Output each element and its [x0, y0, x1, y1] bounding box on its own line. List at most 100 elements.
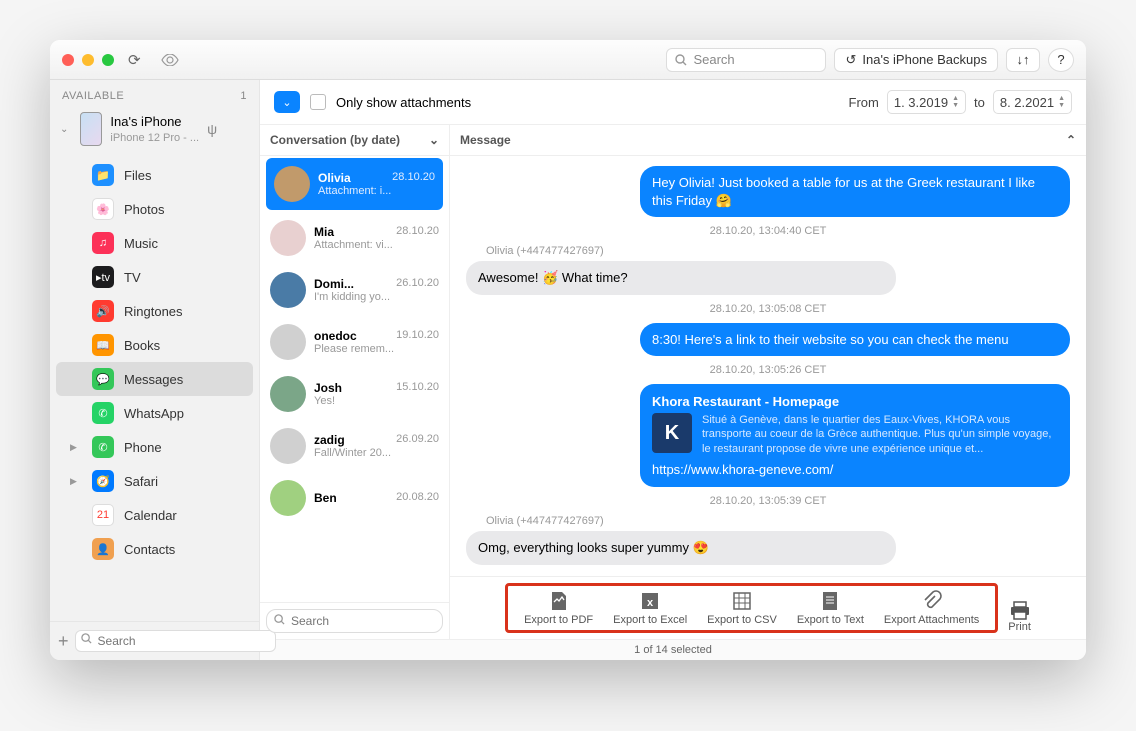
avatar	[270, 220, 306, 256]
sidebar-item-label: TV	[124, 270, 141, 285]
device-row[interactable]: ⌄ Ina's iPhone iPhone 12 Pro - ... ψ	[50, 108, 259, 150]
message-icon: 💬	[92, 368, 114, 390]
message-column: Message ⌃ Hey Olivia! Just booked a tabl…	[450, 125, 1086, 639]
avatar	[270, 428, 306, 464]
conversation-name: Mia	[314, 225, 334, 239]
export-attach-button[interactable]: Export Attachments	[874, 588, 989, 628]
window-controls	[62, 54, 114, 66]
tv-icon: ▸tv	[92, 266, 114, 288]
search-icon	[675, 54, 687, 66]
date-to-input[interactable]: 8. 2.2021 ▲▼	[993, 90, 1072, 114]
conversation-name: Domi...	[314, 277, 354, 291]
timestamp: 28.10.20, 13:05:26 CET	[466, 364, 1070, 376]
chevron-down-icon: ⌄	[429, 133, 439, 147]
sidebar-item-ringtones[interactable]: 🔊Ringtones	[56, 294, 253, 328]
link-url: https://www.khora-geneve.com/	[652, 462, 1058, 477]
zoom-window-button[interactable]	[102, 54, 114, 66]
filter-dropdown[interactable]: ⌄	[274, 91, 300, 113]
chevron-down-icon[interactable]: ⌄	[60, 124, 68, 135]
chevron-right-icon: ▶	[70, 442, 82, 453]
conversation-row[interactable]: zadig26.09.20Fall/Winter 20...	[260, 420, 449, 472]
export-label: Export to Excel	[613, 614, 687, 626]
export-bar: Export to PDF x Export to Excel Export to C…	[450, 576, 1086, 639]
conversation-preview: Attachment: vi...	[314, 239, 439, 251]
sidebar-header: AVAILABLE 1	[50, 80, 259, 108]
safari-icon: 🧭	[92, 470, 114, 492]
date-from-input[interactable]: 1. 3.2019 ▲▼	[887, 90, 966, 114]
conversation-header[interactable]: Conversation (by date) ⌄	[260, 125, 449, 156]
conversation-row[interactable]: Olivia28.10.20Attachment: i...	[266, 158, 443, 210]
stepper-icon[interactable]: ▲▼	[952, 95, 959, 109]
sidebar-item-messages[interactable]: 💬 Messages	[56, 362, 253, 396]
conversation-name: Josh	[314, 381, 342, 395]
export-label: Export to PDF	[524, 614, 593, 626]
eye-icon[interactable]	[155, 54, 185, 66]
sidebar-item-tv[interactable]: ▸tv TV	[56, 260, 253, 294]
timestamp: 28.10.20, 13:05:08 CET	[466, 303, 1070, 315]
sidebar-item-music[interactable]: ♫Music	[56, 226, 253, 260]
pdf-icon	[548, 590, 570, 612]
photos-icon: 🌸	[92, 198, 114, 220]
conversation-preview: Fall/Winter 20...	[314, 447, 439, 459]
attachments-label: Only show attachments	[336, 95, 471, 110]
sidebar-item-label: Books	[124, 338, 160, 353]
export-label: Export to CSV	[707, 614, 777, 626]
sidebar-item-contacts[interactable]: 👤Contacts	[56, 532, 253, 566]
sidebar-search-input[interactable]	[75, 630, 276, 652]
timestamp: 28.10.20, 13:05:39 CET	[466, 495, 1070, 507]
add-button[interactable]: +	[58, 631, 69, 652]
export-label: Export to Text	[797, 614, 864, 626]
svg-text:x: x	[647, 597, 654, 609]
message-header[interactable]: Message ⌃	[450, 125, 1086, 156]
conversation-row[interactable]: onedoc19.10.20Please remem...	[260, 316, 449, 368]
refresh-icon[interactable]: ⟳	[122, 51, 147, 69]
sidebar-item-label: Safari	[124, 474, 158, 489]
device-model: iPhone 12 Pro - ...	[110, 132, 199, 144]
link-preview[interactable]: Khora Restaurant - HomepageKSitué à Genè…	[640, 384, 1070, 487]
status-bar: 1 of 14 selected	[260, 639, 1086, 660]
message-bubble-sent: 8:30! Here's a link to their website so …	[640, 323, 1070, 357]
sidebar-item-label: Files	[124, 168, 151, 183]
sidebar-item-files[interactable]: 📁Files	[56, 158, 253, 192]
sidebar-item-safari[interactable]: ▶🧭Safari	[56, 464, 253, 498]
sidebar-item-books[interactable]: 📖Books	[56, 328, 253, 362]
conversation-row[interactable]: Josh15.10.20Yes!	[260, 368, 449, 420]
sidebar-item-photos[interactable]: 🌸Photos	[56, 192, 253, 226]
conversation-preview: I'm kidding yo...	[314, 291, 439, 303]
search-icon	[274, 614, 285, 625]
text-icon	[819, 590, 841, 612]
link-thumb: K	[652, 413, 692, 453]
conversation-row[interactable]: Ben 20.08.20	[260, 472, 449, 524]
conversation-column: Conversation (by date) ⌄ Olivia28.10.20A…	[260, 125, 450, 639]
search-input[interactable]: Search	[666, 48, 826, 72]
attachments-checkbox[interactable]	[310, 94, 326, 110]
sidebar-item-whatsapp[interactable]: ✆WhatsApp	[56, 396, 253, 430]
device-thumb	[80, 112, 102, 146]
conversation-row[interactable]: Domi...26.10.20I'm kidding yo...	[260, 264, 449, 316]
conversation-search-input[interactable]	[266, 609, 443, 633]
export-text-button[interactable]: Export to Text	[787, 588, 874, 628]
print-button[interactable]: Print	[1008, 601, 1031, 633]
conversation-name: Ben	[314, 491, 337, 505]
close-window-button[interactable]	[62, 54, 74, 66]
sidebar-item-calendar[interactable]: 21Calendar	[56, 498, 253, 532]
avatar	[270, 480, 306, 516]
avatar	[270, 376, 306, 412]
stepper-icon[interactable]: ▲▼	[1058, 95, 1065, 109]
conversation-date: 20.08.20	[396, 491, 439, 505]
avatar	[274, 166, 310, 202]
conversation-row[interactable]: Mia28.10.20Attachment: vi...	[260, 212, 449, 264]
export-excel-button[interactable]: x Export to Excel	[603, 588, 697, 628]
to-label: to	[974, 95, 985, 110]
help-button[interactable]: ?	[1048, 48, 1074, 72]
export-csv-button[interactable]: Export to CSV	[697, 588, 787, 628]
sidebar-item-phone[interactable]: ▶✆Phone	[56, 430, 253, 464]
chevron-down-icon: ⌄	[282, 96, 291, 109]
minimize-window-button[interactable]	[82, 54, 94, 66]
sidebar-item-label: Messages	[124, 372, 183, 387]
transfer-button[interactable]: ↓↑	[1006, 48, 1040, 72]
export-pdf-button[interactable]: Export to PDF	[514, 588, 603, 628]
sidebar-item-label: Music	[124, 236, 158, 251]
timestamp: 28.10.20, 13:04:40 CET	[466, 225, 1070, 237]
backups-button[interactable]: ↺ Ina's iPhone Backups	[834, 48, 998, 72]
